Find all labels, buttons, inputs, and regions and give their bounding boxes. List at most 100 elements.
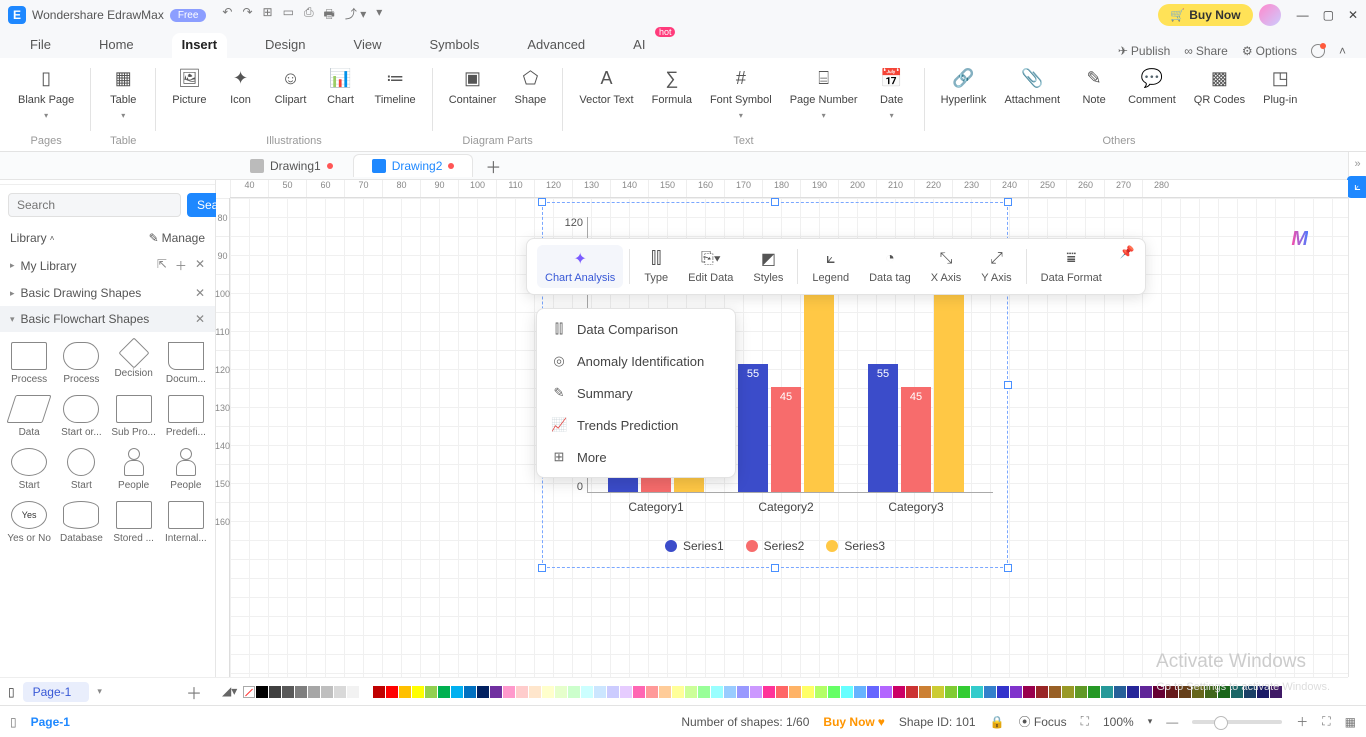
- color-swatch[interactable]: [412, 686, 424, 698]
- plugin-button[interactable]: ◳Plug-in: [1255, 62, 1305, 132]
- color-swatch[interactable]: [1101, 686, 1113, 698]
- shape-start-ellipse[interactable]: Start: [4, 444, 54, 495]
- color-swatch[interactable]: [1088, 686, 1100, 698]
- color-swatch[interactable]: [269, 686, 281, 698]
- color-swatch[interactable]: [711, 686, 723, 698]
- canvas[interactable]: Drawing1 Drawing2 ＋ 40506070809010011012…: [216, 152, 1348, 677]
- close-icon[interactable]: ✕: [1348, 8, 1358, 22]
- color-swatch[interactable]: [620, 686, 632, 698]
- page-view-icon[interactable]: ▯: [8, 685, 15, 699]
- color-swatch[interactable]: [1114, 686, 1126, 698]
- qr-codes-button[interactable]: ▩QR Codes: [1186, 62, 1253, 132]
- color-swatch[interactable]: [971, 686, 983, 698]
- shape-document[interactable]: Docum...: [161, 338, 211, 389]
- chart-type-button[interactable]: ⫿⫿Type: [636, 245, 676, 288]
- lock-icon[interactable]: 🔒: [990, 715, 1005, 729]
- color-swatch[interactable]: [1244, 686, 1256, 698]
- library-row[interactable]: Library˄ ✎ Manage: [0, 225, 215, 251]
- tab-view[interactable]: View: [344, 33, 392, 58]
- status-buy-now[interactable]: Buy Now ♥: [823, 715, 884, 729]
- zoom-slider[interactable]: [1192, 720, 1282, 724]
- table-button[interactable]: ▦Table▾: [99, 62, 147, 132]
- handle-bot-mid[interactable]: [771, 564, 779, 572]
- ai-panel-icon[interactable]: ⟀: [1347, 176, 1366, 198]
- shape-start-circle[interactable]: Start: [56, 444, 106, 495]
- color-swatch[interactable]: [360, 686, 372, 698]
- color-swatch[interactable]: [373, 686, 385, 698]
- color-swatch[interactable]: [672, 686, 684, 698]
- color-swatch[interactable]: [308, 686, 320, 698]
- color-swatch[interactable]: [1153, 686, 1165, 698]
- menu-anomaly[interactable]: ◎Anomaly Identification: [537, 345, 735, 377]
- manage-library[interactable]: ✎ Manage: [149, 231, 205, 245]
- picture-button[interactable]: 🖼Picture: [164, 62, 214, 132]
- settings-icon[interactable]: ▦: [1345, 715, 1356, 729]
- tab-insert[interactable]: Insert: [172, 33, 227, 58]
- color-swatch[interactable]: [464, 686, 476, 698]
- handle-top-left[interactable]: [538, 198, 546, 206]
- status-page[interactable]: Page-1: [31, 715, 70, 729]
- print-icon[interactable]: 🖶: [324, 5, 335, 26]
- color-swatch[interactable]: [594, 686, 606, 698]
- page-number-button[interactable]: ⌸Page Number▾: [782, 62, 866, 132]
- color-swatch[interactable]: [750, 686, 762, 698]
- save-icon[interactable]: ⎙: [304, 5, 314, 26]
- font-symbol-button[interactable]: #Font Symbol▾: [702, 62, 780, 132]
- color-swatch[interactable]: [607, 686, 619, 698]
- tab-home[interactable]: Home: [89, 33, 144, 58]
- attachment-button[interactable]: 📎Attachment: [996, 62, 1068, 132]
- color-swatch[interactable]: [516, 686, 528, 698]
- color-swatch[interactable]: [789, 686, 801, 698]
- shape-stored[interactable]: Stored ...: [109, 497, 159, 548]
- search-input[interactable]: [8, 193, 181, 217]
- color-swatch[interactable]: [1075, 686, 1087, 698]
- fullscreen-icon[interactable]: ⛶: [1322, 714, 1330, 729]
- chart-styles-button[interactable]: ◩Styles: [745, 245, 791, 288]
- handle-bot-right[interactable]: [1004, 564, 1012, 572]
- redo-icon[interactable]: ↷: [242, 5, 252, 26]
- vector-text-button[interactable]: AVector Text: [571, 62, 641, 132]
- shape-people-2[interactable]: People: [161, 444, 211, 495]
- color-swatch[interactable]: [646, 686, 658, 698]
- tab-design[interactable]: Design: [255, 33, 315, 58]
- color-swatch[interactable]: [997, 686, 1009, 698]
- basic-drawing-section[interactable]: ▸Basic Drawing Shapes✕: [0, 280, 215, 306]
- undo-icon[interactable]: ↶: [222, 5, 232, 26]
- color-swatch[interactable]: [867, 686, 879, 698]
- color-swatch[interactable]: [1023, 686, 1035, 698]
- color-swatch[interactable]: [555, 686, 567, 698]
- no-fill-swatch[interactable]: [243, 686, 255, 698]
- color-swatch[interactable]: [698, 686, 710, 698]
- shape-process[interactable]: Process: [4, 338, 54, 389]
- tab-symbols[interactable]: Symbols: [419, 33, 489, 58]
- pin-icon[interactable]: 📌: [1120, 245, 1135, 259]
- shape-predefined[interactable]: Predefi...: [161, 391, 211, 442]
- color-swatch[interactable]: [958, 686, 970, 698]
- color-swatch[interactable]: [893, 686, 905, 698]
- color-swatch[interactable]: [321, 686, 333, 698]
- focus-button[interactable]: ⦿ Focus: [1019, 713, 1067, 730]
- color-swatch[interactable]: [503, 686, 515, 698]
- color-swatch[interactable]: [776, 686, 788, 698]
- shape-subprocess[interactable]: Sub Pro...: [109, 391, 159, 442]
- handle-top-right[interactable]: [1004, 198, 1012, 206]
- color-swatch[interactable]: [919, 686, 931, 698]
- data-format-button[interactable]: ⩸Data Format: [1033, 245, 1110, 288]
- color-swatch[interactable]: [802, 686, 814, 698]
- blank-page-button[interactable]: ▯Blank Page▾: [10, 62, 82, 132]
- color-swatch[interactable]: [906, 686, 918, 698]
- open-icon[interactable]: ▭: [283, 5, 294, 26]
- data-tag-button[interactable]: ◔Data tag: [861, 245, 919, 288]
- legend-button[interactable]: ⟀Legend: [804, 245, 857, 288]
- menu-more[interactable]: ⊞More: [537, 441, 735, 473]
- fit-icon[interactable]: ⛶: [1081, 714, 1089, 729]
- color-swatch[interactable]: [737, 686, 749, 698]
- clipart-button[interactable]: ☺Clipart: [267, 62, 315, 132]
- color-swatch[interactable]: [347, 686, 359, 698]
- color-swatch[interactable]: [880, 686, 892, 698]
- tab-file[interactable]: File: [20, 33, 61, 58]
- color-swatch[interactable]: [386, 686, 398, 698]
- expand-right-icon[interactable]: »: [1354, 158, 1360, 170]
- y-axis-button[interactable]: ⤢Y Axis: [973, 245, 1019, 288]
- edit-data-button[interactable]: ⎘▾Edit Data: [680, 245, 741, 288]
